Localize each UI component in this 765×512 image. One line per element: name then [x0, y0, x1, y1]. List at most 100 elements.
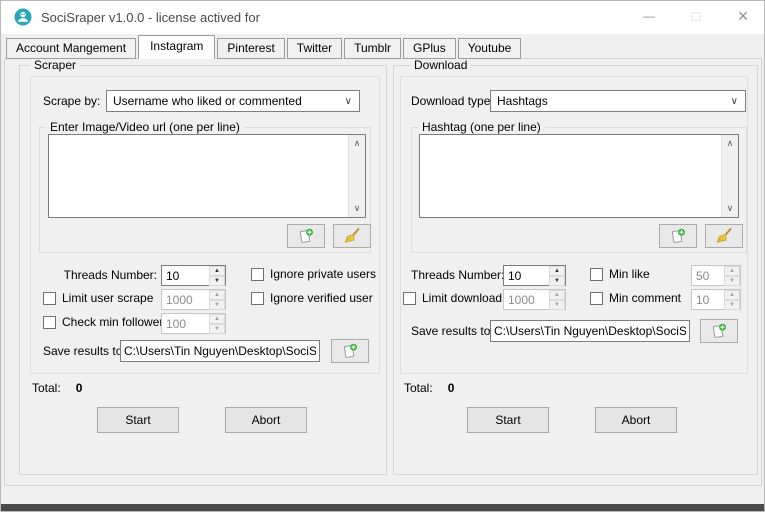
min-followers-input[interactable]	[162, 314, 209, 333]
spinner-down-icon[interactable]: ▼	[724, 300, 740, 310]
checkbox-box[interactable]	[590, 267, 603, 281]
limit-download-checkbox[interactable]: Limit download	[403, 291, 502, 305]
note-add-icon	[671, 228, 685, 243]
window-title: SociSraper v1.0.0 - license actived for	[41, 10, 260, 25]
tab-instagram[interactable]: Instagram	[138, 35, 216, 59]
app-window: SociSraper v1.0.0 - license actived for …	[0, 0, 765, 512]
scroll-up-icon[interactable]: ∧	[349, 138, 365, 149]
scraper-group-label: Scraper	[30, 58, 81, 72]
url-vertical-scrollbar[interactable]: ∧ ∨	[348, 135, 365, 217]
hashtag-vertical-scrollbar[interactable]: ∧ ∨	[721, 135, 738, 217]
min-comment-checkbox[interactable]: Min comment	[590, 291, 681, 305]
download-type-dropdown[interactable]: Hashtags ∨	[490, 90, 746, 112]
ignore-private-users-checkbox[interactable]: Ignore private users	[251, 267, 376, 281]
limit-download-spinner[interactable]: ▲ ▼	[503, 289, 566, 310]
spinner-down-icon[interactable]: ▼	[209, 300, 225, 310]
download-threads-input[interactable]	[504, 266, 549, 285]
checkbox-box[interactable]	[43, 291, 56, 305]
checkbox-label: Min like	[609, 267, 650, 281]
download-browse-save-path-button[interactable]	[700, 319, 738, 343]
min-followers-spinner[interactable]: ▲ ▼	[161, 313, 226, 334]
scraper-start-button[interactable]: Start	[97, 407, 179, 433]
threads-number-spinner[interactable]: ▲ ▼	[161, 265, 226, 286]
tab-gplus[interactable]: GPlus	[403, 38, 456, 59]
spinner-up-icon[interactable]: ▲	[724, 290, 740, 300]
spinner-up-icon[interactable]: ▲	[549, 290, 565, 300]
scraper-inner-panel: Scrape by: Username who liked or comment…	[30, 76, 380, 374]
note-add-icon	[712, 323, 726, 338]
min-like-input[interactable]	[692, 266, 724, 285]
tab-account-mangement[interactable]: Account Mangement	[6, 38, 137, 59]
hashtag-textarea[interactable]	[420, 135, 721, 217]
total-label: Total:	[404, 381, 433, 395]
threads-number-input[interactable]	[162, 266, 209, 285]
checkbox-box[interactable]	[43, 315, 56, 329]
spinner-down-icon[interactable]: ▼	[549, 300, 565, 310]
checkbox-box[interactable]	[403, 291, 416, 305]
download-threads-spinner[interactable]: ▲ ▼	[503, 265, 566, 286]
clear-hashtags-button[interactable]	[705, 224, 743, 248]
checkbox-label: Ignore private users	[270, 267, 377, 281]
spinner-up-icon[interactable]: ▲	[209, 266, 225, 276]
download-abort-button[interactable]: Abort	[595, 407, 677, 433]
download-start-button[interactable]: Start	[467, 407, 549, 433]
save-path-input[interactable]	[120, 340, 320, 362]
url-textbox-frame: ∧ ∨	[48, 134, 366, 218]
title-bar[interactable]: SociSraper v1.0.0 - license actived for …	[1, 1, 764, 34]
download-total: Total: 0	[404, 381, 454, 395]
limit-download-input[interactable]	[504, 290, 549, 309]
scroll-down-icon[interactable]: ∨	[722, 203, 738, 214]
scrape-by-selected-value: Username who liked or commented	[113, 94, 302, 108]
browse-save-path-button[interactable]	[331, 339, 369, 363]
download-save-path-input[interactable]	[490, 320, 690, 342]
spinner-down-icon[interactable]: ▼	[549, 276, 565, 286]
checkbox-box[interactable]	[590, 291, 603, 305]
maximize-button[interactable]: □	[675, 1, 717, 33]
chevron-down-icon: ∨	[730, 95, 738, 107]
minimize-button[interactable]: —	[628, 1, 670, 33]
checkbox-box[interactable]	[251, 267, 264, 281]
add-urls-button[interactable]	[287, 224, 325, 248]
spinner-down-icon[interactable]: ▼	[209, 276, 225, 286]
scroll-down-icon[interactable]: ∨	[349, 203, 365, 214]
limit-user-scrape-checkbox[interactable]: Limit user scrape	[43, 291, 153, 305]
chevron-down-icon: ∨	[344, 95, 352, 107]
image-video-url-textarea[interactable]	[49, 135, 348, 217]
tab-twitter[interactable]: Twitter	[286, 38, 343, 59]
ignore-verified-user-checkbox[interactable]: Ignore verified user	[251, 291, 373, 305]
scrape-by-label: Scrape by:	[43, 94, 101, 108]
tab-youtube[interactable]: Youtube	[457, 38, 522, 59]
scroll-up-icon[interactable]: ∧	[722, 138, 738, 149]
min-like-checkbox[interactable]: Min like	[590, 267, 650, 281]
min-like-spinner[interactable]: ▲ ▼	[691, 265, 741, 286]
spinner-up-icon[interactable]: ▲	[549, 266, 565, 276]
spinner-up-icon[interactable]: ▲	[209, 314, 225, 324]
clear-urls-button[interactable]	[333, 224, 371, 248]
close-button[interactable]: ×	[722, 1, 764, 33]
checkbox-label: Min comment	[609, 291, 682, 305]
hashtag-group-label: Hashtag (one per line)	[418, 120, 545, 134]
hashtag-groupbox: Hashtag (one per line) ∧ ∨	[411, 120, 747, 253]
threads-number-label: Threads Number:	[411, 268, 505, 282]
limit-user-scrape-input[interactable]	[162, 290, 209, 309]
scrape-by-dropdown[interactable]: Username who liked or commented ∨	[106, 90, 360, 112]
spinner-down-icon[interactable]: ▼	[209, 324, 225, 334]
scraper-abort-button[interactable]: Abort	[225, 407, 307, 433]
tab-pinterest[interactable]: Pinterest	[217, 38, 285, 59]
min-comment-input[interactable]	[692, 290, 724, 309]
limit-user-scrape-spinner[interactable]: ▲ ▼	[161, 289, 226, 310]
scraper-groupbox: Scraper Scrape by: Username who liked or…	[19, 58, 387, 475]
add-hashtags-button[interactable]	[659, 224, 697, 248]
tab-tumblr[interactable]: Tumblr	[344, 38, 402, 59]
tab-strip: Account Mangement Instagram Pinterest Tw…	[6, 35, 523, 59]
check-min-followers-checkbox[interactable]: Check min followers	[43, 315, 169, 329]
checkbox-label: Limit download	[422, 291, 503, 305]
spinner-up-icon[interactable]: ▲	[724, 266, 740, 276]
broom-icon	[716, 228, 732, 243]
url-groupbox: Enter Image/Video url (one per line) ∧ ∨	[39, 120, 371, 253]
download-type-selected-value: Hashtags	[497, 94, 548, 108]
min-comment-spinner[interactable]: ▲ ▼	[691, 289, 741, 310]
spinner-up-icon[interactable]: ▲	[209, 290, 225, 300]
spinner-down-icon[interactable]: ▼	[724, 276, 740, 286]
checkbox-box[interactable]	[251, 291, 264, 305]
